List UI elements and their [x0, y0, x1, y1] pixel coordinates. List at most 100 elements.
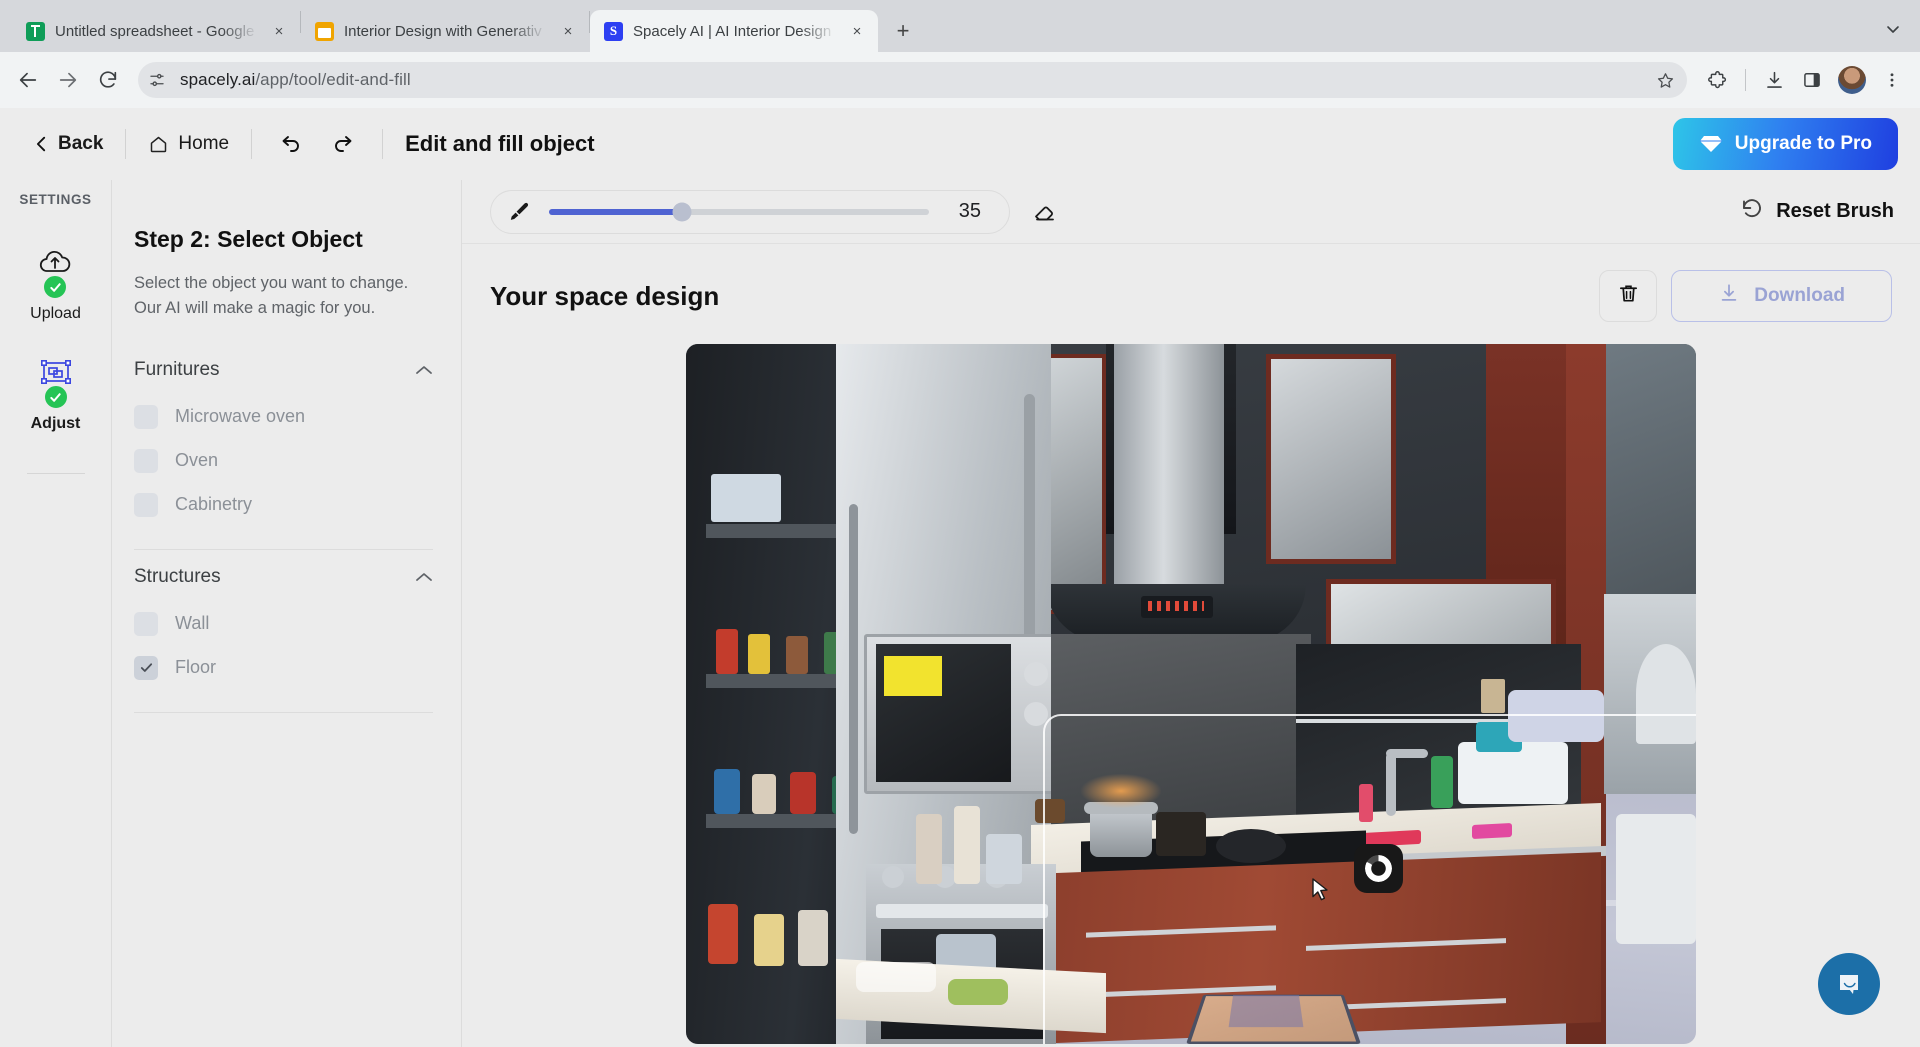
- tune-icon[interactable]: [142, 65, 172, 95]
- eraser-icon[interactable]: [1032, 199, 1058, 225]
- group-header-furnitures[interactable]: Furnitures: [134, 351, 433, 395]
- back-button-label: Back: [58, 133, 103, 155]
- photo-plastic-bag: [856, 962, 936, 992]
- select-object-panel: Step 2: Select Object Select the object …: [112, 180, 462, 1047]
- browser-window: Untitled spreadsheet - Google × Interior…: [0, 0, 1920, 1047]
- checkbox[interactable]: ✓: [134, 449, 158, 473]
- download-icon[interactable]: [1756, 62, 1792, 98]
- slider-handle[interactable]: [673, 202, 692, 221]
- puzzle-icon[interactable]: [1699, 62, 1735, 98]
- photo-oven-handle: [876, 904, 1048, 918]
- address-bar-url: spacely.ai/app/tool/edit-and-fill: [180, 70, 1641, 90]
- toolbar-right-group: [1699, 62, 1910, 98]
- paint-brush-icon[interactable]: [507, 200, 531, 224]
- rail-item-upload[interactable]: Upload: [30, 245, 81, 323]
- canvas-header: Your space design Download: [490, 270, 1892, 322]
- redo-icon[interactable]: [326, 127, 360, 161]
- photo-glass-cabinet: [1266, 354, 1396, 564]
- forward-icon[interactable]: [50, 62, 86, 98]
- checkbox-label: Oven: [175, 450, 218, 471]
- checkbox-row-floor[interactable]: Floor: [134, 646, 433, 690]
- photo-range-hood-duct: [1114, 344, 1224, 594]
- spacely-icon: S: [604, 22, 623, 41]
- url-path: /app/tool/edit-and-fill: [255, 70, 410, 89]
- tab-title: Spacely AI | AI Interior Design: [633, 23, 836, 40]
- tab-title: Interior Design with Generativ: [344, 23, 547, 40]
- spinner-ring: [1365, 855, 1392, 882]
- chat-bubble-icon[interactable]: [1818, 953, 1880, 1015]
- download-button-label: Download: [1754, 285, 1845, 307]
- reload-icon[interactable]: [90, 62, 126, 98]
- tab-search-icon[interactable]: [1876, 12, 1910, 46]
- undo-icon[interactable]: [274, 127, 308, 161]
- home-button[interactable]: Home: [148, 133, 229, 155]
- main-canvas-area: 35 Reset Brush Your space: [462, 180, 1920, 1047]
- status-badge-complete: [42, 274, 68, 300]
- photo-fridge-handle: [849, 504, 858, 834]
- star-icon[interactable]: [1649, 64, 1681, 96]
- photo-bottle: [798, 910, 828, 966]
- toolbar-divider: [1745, 69, 1746, 91]
- rail-divider: [27, 473, 85, 474]
- reset-brush-label: Reset Brush: [1776, 200, 1894, 223]
- photo-bottle: [754, 914, 784, 966]
- delete-design-button[interactable]: [1599, 270, 1657, 322]
- tab-close-icon[interactable]: ×: [268, 20, 290, 42]
- back-button[interactable]: Back: [34, 133, 103, 155]
- reset-icon: [1740, 197, 1764, 227]
- photo-microwave-sticker: [884, 656, 942, 696]
- header-divider: [382, 129, 383, 159]
- photo-roll: [916, 814, 942, 884]
- rail-item-adjust[interactable]: Adjust: [31, 355, 81, 433]
- canvas-wrapper: Your space design Download: [462, 244, 1920, 1047]
- brush-size-slider[interactable]: [549, 209, 929, 215]
- step-title: Step 2: Select Object: [134, 226, 433, 253]
- photo-bottle: [790, 772, 816, 814]
- browser-tab[interactable]: Untitled spreadsheet - Google ×: [12, 10, 300, 52]
- checkbox-label: Floor: [175, 657, 216, 678]
- photo-hood-display: [1148, 601, 1204, 611]
- checkbox-row-cabinetry[interactable]: ✓ Cabinetry: [134, 483, 433, 527]
- photo-bottle: [708, 904, 738, 964]
- photo-glass-cabinet: [1046, 354, 1106, 614]
- slider-fill: [549, 209, 682, 215]
- photo-bottle: [748, 634, 770, 674]
- checkbox[interactable]: ✓: [134, 405, 158, 429]
- upgrade-to-pro-button[interactable]: Upgrade to Pro: [1673, 118, 1898, 170]
- loading-spinner-icon: [1354, 844, 1403, 893]
- photo-right-wall: [1606, 344, 1696, 604]
- reset-brush-button[interactable]: Reset Brush: [1740, 197, 1894, 227]
- checkbox[interactable]: ✓: [134, 493, 158, 517]
- checkbox[interactable]: ✓: [134, 612, 158, 636]
- new-tab-button[interactable]: +: [886, 14, 920, 48]
- photo-bottle: [752, 774, 776, 814]
- checkbox-checked[interactable]: [134, 656, 158, 680]
- design-photo[interactable]: [686, 344, 1696, 1044]
- url-host: spacely.ai: [180, 70, 255, 89]
- tab-close-icon[interactable]: ×: [557, 20, 579, 42]
- tab-close-icon[interactable]: ×: [846, 20, 868, 42]
- avatar[interactable]: [1838, 66, 1866, 94]
- home-icon: [148, 134, 169, 155]
- download-button[interactable]: Download: [1671, 270, 1892, 322]
- home-button-label: Home: [178, 133, 229, 155]
- three-dot-menu-icon[interactable]: [1874, 62, 1910, 98]
- chevron-up-icon: [415, 364, 433, 376]
- status-badge-complete: [43, 384, 69, 410]
- brush-size-control[interactable]: 35: [490, 190, 1010, 234]
- checkbox-row-oven[interactable]: ✓ Oven: [134, 439, 433, 483]
- browser-tab-active[interactable]: S Spacely AI | AI Interior Design ×: [590, 10, 878, 52]
- photo-bottle: [786, 636, 808, 674]
- address-bar[interactable]: spacely.ai/app/tool/edit-and-fill: [138, 62, 1687, 98]
- browser-tab[interactable]: Interior Design with Generativ ×: [301, 10, 589, 52]
- side-panel-icon[interactable]: [1794, 62, 1830, 98]
- diamond-icon: [1699, 134, 1723, 154]
- checkbox-row-wall[interactable]: ✓ Wall: [134, 602, 433, 646]
- photo-package: [986, 834, 1022, 884]
- checkbox-row-microwave-oven[interactable]: ✓ Microwave oven: [134, 395, 433, 439]
- mouse-cursor-icon: [1312, 878, 1330, 904]
- back-icon[interactable]: [10, 62, 46, 98]
- photo-bottle: [716, 629, 738, 674]
- photo-bottle: [714, 769, 740, 814]
- group-header-structures[interactable]: Structures: [134, 558, 433, 602]
